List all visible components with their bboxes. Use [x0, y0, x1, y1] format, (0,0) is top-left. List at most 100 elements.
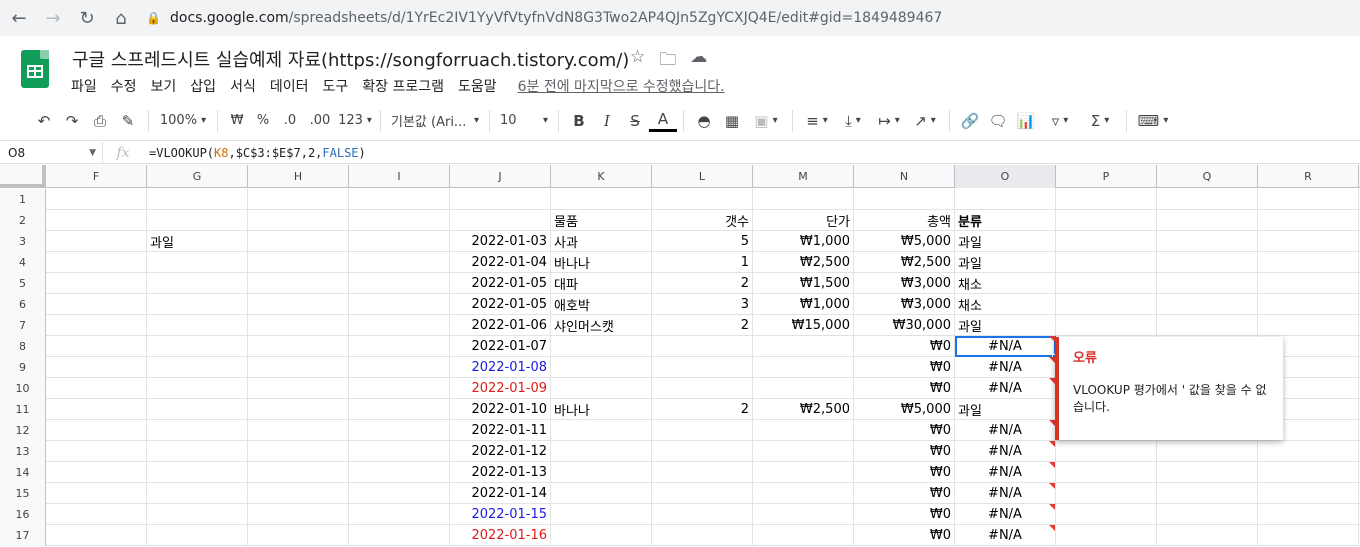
cell-m9[interactable] — [753, 357, 854, 378]
undo-icon[interactable]: ↶ — [30, 108, 58, 134]
cell-r16[interactable] — [1258, 504, 1359, 525]
cell-i12[interactable] — [349, 420, 450, 441]
zoom-select[interactable]: 100% — [155, 108, 211, 134]
cell-k7[interactable]: 샤인머스캣 — [551, 315, 652, 336]
row-header[interactable]: 6 — [0, 294, 46, 315]
column-header-j[interactable]: J — [450, 165, 551, 188]
increase-decimal-button[interactable]: .00 — [304, 108, 336, 134]
cell-f10[interactable] — [46, 378, 147, 399]
percent-format-button[interactable]: % — [250, 108, 276, 134]
cell-j17[interactable]: 2022-01-16 — [450, 525, 551, 546]
cell-q15[interactable] — [1157, 483, 1258, 504]
row-header[interactable]: 4 — [0, 252, 46, 273]
column-header-o[interactable]: O — [955, 165, 1056, 188]
cell-n11[interactable]: ₩5,000 — [854, 399, 955, 420]
cell-q14[interactable] — [1157, 462, 1258, 483]
cell-n3[interactable]: ₩5,000 — [854, 231, 955, 252]
cell-h9[interactable] — [248, 357, 349, 378]
reload-icon[interactable]: ↻ — [72, 3, 102, 33]
cell-i3[interactable] — [349, 231, 450, 252]
cell-f11[interactable] — [46, 399, 147, 420]
cell-f9[interactable] — [46, 357, 147, 378]
cell-n9[interactable]: ₩0 — [854, 357, 955, 378]
row-header[interactable]: 13 — [0, 441, 46, 462]
cell-n6[interactable]: ₩3,000 — [854, 294, 955, 315]
cell-n5[interactable]: ₩3,000 — [854, 273, 955, 294]
cell-o9[interactable]: #N/A — [955, 357, 1056, 378]
cell-i6[interactable] — [349, 294, 450, 315]
bold-icon[interactable]: B — [565, 108, 593, 134]
cell-i17[interactable] — [349, 525, 450, 546]
cell-f12[interactable] — [46, 420, 147, 441]
cell-h4[interactable] — [248, 252, 349, 273]
cell-q13[interactable] — [1157, 441, 1258, 462]
row-header[interactable]: 2 — [0, 210, 46, 231]
cell-o2[interactable]: 분류 — [955, 210, 1056, 231]
cell-n12[interactable]: ₩0 — [854, 420, 955, 441]
cell-q7[interactable] — [1157, 315, 1258, 336]
name-box[interactable]: O8 ▼ — [0, 141, 103, 164]
cell-i10[interactable] — [349, 378, 450, 399]
home-icon[interactable]: ⌂ — [106, 3, 136, 33]
cell-g1[interactable] — [147, 189, 248, 210]
cell-m11[interactable]: ₩2,500 — [753, 399, 854, 420]
cell-i15[interactable] — [349, 483, 450, 504]
insert-comment-icon[interactable]: 🗨 — [984, 108, 1012, 134]
font-select[interactable]: 기본값 (Ari... — [387, 108, 483, 134]
cell-i16[interactable] — [349, 504, 450, 525]
row-header[interactable]: 1 — [0, 189, 46, 210]
star-icon[interactable]: ☆ — [630, 47, 645, 76]
column-header-p[interactable]: P — [1056, 165, 1157, 188]
cell-h12[interactable] — [248, 420, 349, 441]
cell-g2[interactable] — [147, 210, 248, 231]
cell-k5[interactable]: 대파 — [551, 273, 652, 294]
cell-j3[interactable]: 2022-01-03 — [450, 231, 551, 252]
cell-m4[interactable]: ₩2,500 — [753, 252, 854, 273]
cell-f13[interactable] — [46, 441, 147, 462]
cell-i9[interactable] — [349, 357, 450, 378]
cell-r17[interactable] — [1258, 525, 1359, 546]
cell-g12[interactable] — [147, 420, 248, 441]
cell-r2[interactable] — [1258, 210, 1359, 231]
cell-g6[interactable] — [147, 294, 248, 315]
cell-o15[interactable]: #N/A — [955, 483, 1056, 504]
cell-r1[interactable] — [1258, 189, 1359, 210]
fill-color-icon[interactable]: ◓ — [690, 108, 718, 134]
cell-n13[interactable]: ₩0 — [854, 441, 955, 462]
cell-m2[interactable]: 단가 — [753, 210, 854, 231]
cell-q6[interactable] — [1157, 294, 1258, 315]
vertical-align-icon[interactable]: ⤓ — [835, 108, 871, 134]
cell-n10[interactable]: ₩0 — [854, 378, 955, 399]
cell-m14[interactable] — [753, 462, 854, 483]
row-header[interactable]: 16 — [0, 504, 46, 525]
row-header[interactable]: 12 — [0, 420, 46, 441]
cell-m3[interactable]: ₩1,000 — [753, 231, 854, 252]
cell-k14[interactable] — [551, 462, 652, 483]
cell-r7[interactable] — [1258, 315, 1359, 336]
cell-g14[interactable] — [147, 462, 248, 483]
cell-p6[interactable] — [1056, 294, 1157, 315]
cell-l16[interactable] — [652, 504, 753, 525]
cell-f3[interactable] — [46, 231, 147, 252]
cell-h16[interactable] — [248, 504, 349, 525]
menu-data[interactable]: 데이터 — [269, 76, 316, 96]
cell-m10[interactable] — [753, 378, 854, 399]
cell-k17[interactable] — [551, 525, 652, 546]
row-header[interactable]: 14 — [0, 462, 46, 483]
cell-j12[interactable]: 2022-01-11 — [450, 420, 551, 441]
menu-format[interactable]: 서식 — [229, 76, 263, 96]
cell-g17[interactable] — [147, 525, 248, 546]
cell-j11[interactable]: 2022-01-10 — [450, 399, 551, 420]
cell-l9[interactable] — [652, 357, 753, 378]
cell-j13[interactable]: 2022-01-12 — [450, 441, 551, 462]
cell-p4[interactable] — [1056, 252, 1157, 273]
cell-n16[interactable]: ₩0 — [854, 504, 955, 525]
cell-r5[interactable] — [1258, 273, 1359, 294]
paint-format-icon[interactable]: ✎ — [114, 108, 142, 134]
cell-k8[interactable] — [551, 336, 652, 357]
cell-g15[interactable] — [147, 483, 248, 504]
redo-icon[interactable]: ↷ — [58, 108, 86, 134]
cell-l8[interactable] — [652, 336, 753, 357]
row-header[interactable]: 9 — [0, 357, 46, 378]
cell-j10[interactable]: 2022-01-09 — [450, 378, 551, 399]
